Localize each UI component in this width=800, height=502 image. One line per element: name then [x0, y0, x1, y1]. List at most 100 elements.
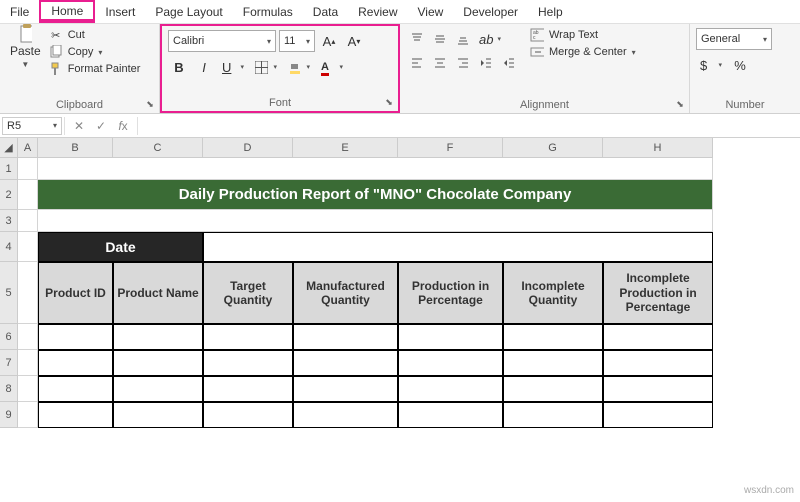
- bold-button[interactable]: B: [168, 56, 190, 78]
- row-header[interactable]: 2: [0, 180, 18, 210]
- row-header[interactable]: 7: [0, 350, 18, 376]
- menu-view[interactable]: View: [408, 0, 454, 23]
- decrease-indent-button[interactable]: [475, 52, 497, 74]
- align-center-button[interactable]: [429, 52, 451, 74]
- table-cell[interactable]: [113, 402, 203, 428]
- increase-font-button[interactable]: A▴: [318, 30, 340, 52]
- italic-button[interactable]: I: [193, 56, 215, 78]
- col-header[interactable]: G: [503, 138, 603, 158]
- borders-button[interactable]: ▾: [251, 56, 281, 78]
- wrap-text-button[interactable]: abc Wrap Text: [530, 28, 636, 42]
- number-format-combo[interactable]: General ▾: [696, 28, 772, 50]
- table-cell[interactable]: [603, 376, 713, 402]
- spreadsheet-grid[interactable]: ◢ A B C D E F G H 1 2 Daily Production R…: [0, 138, 800, 428]
- align-bottom-button[interactable]: [452, 28, 474, 50]
- format-painter-button[interactable]: Format Painter: [49, 62, 141, 76]
- enter-formula-button[interactable]: ✓: [91, 117, 111, 135]
- table-cell[interactable]: [603, 402, 713, 428]
- table-cell[interactable]: [503, 324, 603, 350]
- date-label-cell[interactable]: Date: [38, 232, 203, 262]
- menu-data[interactable]: Data: [303, 0, 348, 23]
- table-cell[interactable]: [113, 376, 203, 402]
- cell[interactable]: [38, 158, 713, 180]
- menu-file[interactable]: File: [0, 0, 39, 23]
- table-header[interactable]: Target Quantity: [203, 262, 293, 324]
- table-cell[interactable]: [38, 350, 113, 376]
- row-header[interactable]: 4: [0, 232, 18, 262]
- font-color-button[interactable]: A▾: [317, 56, 347, 78]
- align-middle-button[interactable]: [429, 28, 451, 50]
- cancel-formula-button[interactable]: ✕: [69, 117, 89, 135]
- col-header[interactable]: H: [603, 138, 713, 158]
- table-cell[interactable]: [38, 402, 113, 428]
- table-cell[interactable]: [203, 350, 293, 376]
- table-cell[interactable]: [503, 376, 603, 402]
- table-cell[interactable]: [203, 376, 293, 402]
- table-header[interactable]: Incomplete Quantity: [503, 262, 603, 324]
- font-name-combo[interactable]: Calibri ▾: [168, 30, 276, 52]
- menu-insert[interactable]: Insert: [95, 0, 145, 23]
- table-cell[interactable]: [398, 376, 503, 402]
- font-size-combo[interactable]: 11 ▾: [279, 30, 315, 52]
- clipboard-launcher[interactable]: ⬊: [144, 98, 156, 110]
- paste-button[interactable]: Paste ▼: [6, 28, 45, 90]
- row-header[interactable]: 9: [0, 402, 18, 428]
- menu-help[interactable]: Help: [528, 0, 573, 23]
- orientation-button[interactable]: ab▾: [475, 28, 505, 50]
- table-cell[interactable]: [293, 376, 398, 402]
- table-cell[interactable]: [398, 402, 503, 428]
- table-cell[interactable]: [38, 376, 113, 402]
- table-header[interactable]: Production in Percentage: [398, 262, 503, 324]
- date-value-cell[interactable]: [203, 232, 713, 262]
- align-top-button[interactable]: [406, 28, 428, 50]
- percent-button[interactable]: %: [729, 54, 751, 76]
- col-header[interactable]: D: [203, 138, 293, 158]
- cell[interactable]: [18, 376, 38, 402]
- cell[interactable]: [18, 232, 38, 262]
- table-cell[interactable]: [38, 324, 113, 350]
- row-header[interactable]: 8: [0, 376, 18, 402]
- decrease-font-button[interactable]: A▾: [343, 30, 365, 52]
- table-cell[interactable]: [398, 324, 503, 350]
- table-cell[interactable]: [503, 402, 603, 428]
- report-title-cell[interactable]: Daily Production Report of "MNO" Chocola…: [38, 180, 713, 210]
- table-header[interactable]: Manufactured Quantity: [293, 262, 398, 324]
- increase-indent-button[interactable]: [498, 52, 520, 74]
- align-right-button[interactable]: [452, 52, 474, 74]
- table-cell[interactable]: [603, 324, 713, 350]
- name-box[interactable]: R5 ▾: [2, 117, 62, 135]
- menu-page-layout[interactable]: Page Layout: [145, 0, 232, 23]
- formula-input[interactable]: [138, 124, 800, 128]
- select-all-corner[interactable]: ◢: [0, 138, 18, 158]
- table-header[interactable]: Incomplete Production in Percentage: [603, 262, 713, 324]
- cell[interactable]: [38, 210, 713, 232]
- table-header[interactable]: Product Name: [113, 262, 203, 324]
- currency-button[interactable]: $▾: [696, 54, 726, 76]
- table-cell[interactable]: [113, 350, 203, 376]
- cut-button[interactable]: ✂ Cut: [49, 28, 141, 42]
- menu-developer[interactable]: Developer: [453, 0, 528, 23]
- table-cell[interactable]: [203, 402, 293, 428]
- table-cell[interactable]: [398, 350, 503, 376]
- col-header[interactable]: B: [38, 138, 113, 158]
- table-cell[interactable]: [113, 324, 203, 350]
- col-header[interactable]: A: [18, 138, 38, 158]
- align-left-button[interactable]: [406, 52, 428, 74]
- cell[interactable]: [18, 210, 38, 232]
- cell[interactable]: [18, 402, 38, 428]
- row-header[interactable]: 5: [0, 262, 18, 324]
- menu-formulas[interactable]: Formulas: [233, 0, 303, 23]
- cell[interactable]: [18, 324, 38, 350]
- menu-review[interactable]: Review: [348, 0, 407, 23]
- table-cell[interactable]: [293, 402, 398, 428]
- col-header[interactable]: F: [398, 138, 503, 158]
- table-cell[interactable]: [603, 350, 713, 376]
- fill-color-button[interactable]: ▾: [284, 56, 314, 78]
- font-launcher[interactable]: ⬊: [383, 96, 395, 108]
- table-cell[interactable]: [293, 324, 398, 350]
- row-header[interactable]: 6: [0, 324, 18, 350]
- insert-function-button[interactable]: fx: [113, 117, 133, 135]
- row-header[interactable]: 1: [0, 158, 18, 180]
- row-header[interactable]: 3: [0, 210, 18, 232]
- table-cell[interactable]: [293, 350, 398, 376]
